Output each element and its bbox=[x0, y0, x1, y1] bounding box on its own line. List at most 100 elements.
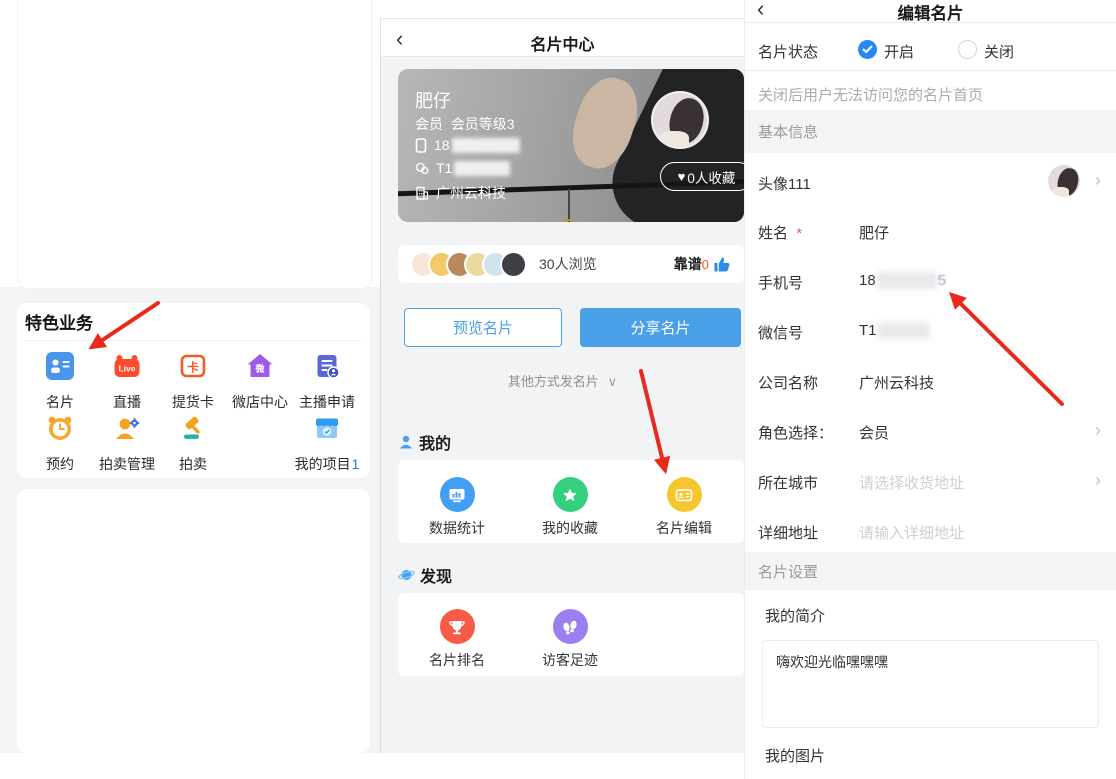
status-on-radio[interactable] bbox=[858, 40, 877, 59]
profile-phone-row: 18 bbox=[415, 137, 520, 153]
thumbs-up-icon[interactable] bbox=[712, 254, 732, 274]
pickup-card-icon: 卡 bbox=[179, 352, 207, 385]
status-hint: 关闭后用户无法访问您的名片首页 bbox=[758, 84, 983, 105]
card-settings-band: 名片设置 bbox=[745, 552, 1116, 590]
role-field-label: 角色选择： bbox=[758, 422, 833, 443]
service-label: 预约 bbox=[46, 454, 74, 474]
intro-textarea[interactable]: 嗨欢迎光临嘿嘿嘿 bbox=[762, 640, 1099, 728]
city-field-label: 所在城市 bbox=[758, 472, 818, 493]
card-edit-icon bbox=[667, 477, 702, 512]
company-field-value[interactable]: 广州云科技 bbox=[859, 372, 934, 393]
name-field-label: 姓名 * bbox=[758, 222, 802, 243]
mine-item-label: 数据统计 bbox=[429, 518, 485, 538]
service-label: 拍卖 bbox=[179, 454, 207, 474]
address-field-placeholder[interactable]: 请输入详细地址 bbox=[859, 522, 964, 543]
phone-field-value[interactable]: 18 5 bbox=[859, 272, 946, 289]
chevron-right-icon[interactable]: › bbox=[1095, 471, 1101, 489]
chevron-down-icon: ∨ bbox=[608, 374, 618, 389]
service-label: 微店中心 bbox=[232, 392, 288, 412]
person-icon bbox=[398, 434, 414, 450]
chevron-right-icon[interactable]: › bbox=[1095, 421, 1101, 439]
avatar-body-shape bbox=[659, 131, 689, 147]
required-asterisk: * bbox=[796, 225, 802, 242]
viewer-avatars bbox=[419, 251, 527, 278]
phone-field-label: 手机号 bbox=[758, 272, 803, 293]
service-label: 我的项目1 bbox=[295, 454, 360, 474]
mine-item-label: 名片编辑 bbox=[656, 518, 712, 538]
svg-text:卡: 卡 bbox=[187, 360, 199, 375]
avatar-body-shape bbox=[1052, 187, 1070, 197]
page-title: 编辑名片 bbox=[745, 0, 1116, 24]
reliable-label: 靠谱 bbox=[674, 254, 702, 274]
avatar-field-image[interactable] bbox=[1048, 165, 1080, 197]
service-appointment[interactable]: 预约 bbox=[27, 414, 93, 474]
storefront-icon bbox=[313, 414, 341, 447]
city-field-placeholder[interactable]: 请选择收货地址 bbox=[859, 472, 964, 493]
service-label: 拍卖管理 bbox=[99, 454, 155, 474]
status-off-radio[interactable] bbox=[958, 40, 977, 59]
project-count-badge: 1 bbox=[352, 456, 360, 472]
featured-services-title: 特色业务 bbox=[25, 309, 93, 334]
discover-section-header: 发现 bbox=[398, 563, 452, 587]
wechat-field-value[interactable]: T1 bbox=[859, 322, 930, 339]
service-live[interactable]: Live 直播 bbox=[94, 352, 160, 412]
service-pickup-card[interactable]: 卡 提货卡 bbox=[160, 352, 226, 412]
other-ways-link[interactable]: 其他方式发名片 ∨ bbox=[380, 371, 745, 390]
app-screenshot: 特色业务 名片 Live 直播 卡 提货卡 微 微店中心 bbox=[0, 0, 1116, 779]
title-divider bbox=[745, 22, 1116, 23]
share-card-button[interactable]: 分享名片 bbox=[580, 308, 741, 347]
data-stats-icon bbox=[440, 477, 475, 512]
featured-services-divider bbox=[25, 340, 362, 341]
star-icon bbox=[553, 477, 588, 512]
person-gear-icon bbox=[113, 414, 141, 447]
favorite-pill[interactable]: ♥ 0人收藏 bbox=[660, 162, 744, 191]
service-label: 名片 bbox=[46, 392, 74, 412]
card-center-bottom-white bbox=[380, 753, 745, 779]
service-microstore-center[interactable]: 微 微店中心 bbox=[227, 352, 293, 412]
discover-item-label: 访客足迹 bbox=[542, 650, 598, 670]
service-host-apply[interactable]: 主播申请 bbox=[294, 352, 360, 412]
mine-section-header: 我的 bbox=[398, 430, 451, 454]
service-my-project[interactable]: 我的项目1 bbox=[294, 414, 360, 474]
discover-item-label: 名片排名 bbox=[429, 650, 485, 670]
service-business-card[interactable]: 名片 bbox=[27, 352, 93, 412]
live-tv-icon: Live bbox=[113, 352, 141, 385]
wechat-icon bbox=[415, 162, 429, 175]
company-field-label: 公司名称 bbox=[758, 372, 818, 393]
svg-text:Live: Live bbox=[118, 364, 135, 374]
mine-item-favorites[interactable]: 我的收藏 bbox=[525, 477, 615, 538]
left-panel: 特色业务 名片 Live 直播 卡 提货卡 微 微店中心 bbox=[0, 0, 380, 779]
preview-card-button[interactable]: 预览名片 bbox=[404, 308, 562, 347]
microstore-house-icon: 微 bbox=[246, 352, 274, 385]
mine-item-stats[interactable]: 数据统计 bbox=[412, 477, 502, 538]
views-count: 30人浏览 bbox=[539, 254, 597, 274]
name-field-value[interactable]: 肥仔 bbox=[859, 222, 889, 243]
profile-avatar[interactable] bbox=[651, 91, 709, 149]
profile-member-row: 会员 会员等级3 bbox=[415, 114, 515, 134]
service-auction[interactable]: 拍卖 bbox=[160, 414, 226, 474]
service-label: 直播 bbox=[113, 392, 141, 412]
heart-icon: ♥ bbox=[678, 169, 686, 184]
chevron-right-icon[interactable]: › bbox=[1095, 171, 1101, 189]
service-auction-manage[interactable]: 拍卖管理 bbox=[94, 414, 160, 474]
phone-blur-mask bbox=[877, 272, 937, 289]
check-icon bbox=[862, 45, 873, 54]
svg-text:微: 微 bbox=[254, 363, 265, 374]
role-field-value[interactable]: 会员 bbox=[859, 422, 889, 443]
status-divider bbox=[745, 70, 1116, 71]
gavel-icon bbox=[179, 414, 207, 447]
profile-photo-card[interactable]: 肥仔 会员 会员等级3 18 T1 广州云科技 bbox=[398, 69, 744, 222]
trophy-icon bbox=[440, 609, 475, 644]
reliable-count: 0 bbox=[702, 257, 709, 272]
favorite-label: 0人收藏 bbox=[687, 167, 735, 187]
mine-item-card-edit[interactable]: 名片编辑 bbox=[639, 477, 729, 538]
status-off-label[interactable]: 关闭 bbox=[984, 41, 1014, 62]
page-title: 名片中心 bbox=[380, 31, 745, 55]
header-divider bbox=[380, 56, 745, 57]
viewers-strip-card: 30人浏览 靠谱 0 bbox=[398, 245, 744, 283]
status-on-label[interactable]: 开启 bbox=[884, 41, 914, 62]
photo-loop-shape bbox=[559, 219, 578, 222]
discover-item-ranking[interactable]: 名片排名 bbox=[412, 609, 502, 670]
discover-item-footprints[interactable]: 访客足迹 bbox=[525, 609, 615, 670]
phone-icon bbox=[415, 138, 427, 153]
